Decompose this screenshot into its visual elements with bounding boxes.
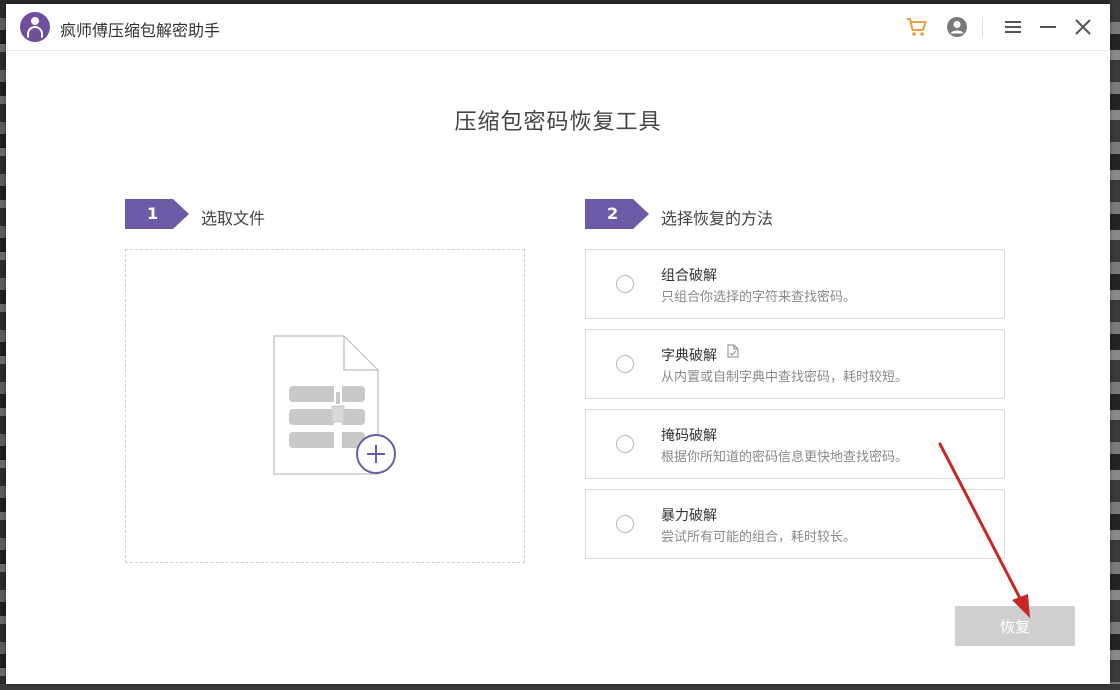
minimize-icon[interactable] — [1035, 14, 1061, 40]
radio-button[interactable] — [616, 515, 634, 533]
menu-icon[interactable] — [1000, 14, 1026, 40]
method-name: 暴力破解 — [661, 508, 717, 524]
radio-button[interactable] — [616, 355, 634, 373]
step-2-badge: 2 — [585, 199, 649, 229]
app-logo — [20, 12, 50, 42]
radio-button[interactable] — [616, 435, 634, 453]
page-title: 压缩包密码恢复工具 — [454, 110, 662, 135]
cart-icon[interactable] — [904, 14, 930, 40]
add-archive-file-icon[interactable] — [272, 334, 402, 484]
app-window: 疯师傅压缩包解密助手 压缩包密码恢复工具 1 选取文件 2 选择恢复的方法 组合… — [6, 4, 1110, 684]
user-icon[interactable] — [944, 14, 970, 40]
radio-button[interactable] — [616, 275, 634, 293]
close-icon[interactable] — [1070, 14, 1096, 40]
step-1-label: 选取文件 — [201, 209, 266, 228]
desktop-background-right — [1110, 0, 1120, 690]
method-option-combination[interactable]: 组合破解 只组合你选择的字符来查找密码。 — [585, 249, 1005, 319]
method-description: 尝试所有可能的组合，耗时较长。 — [661, 530, 857, 545]
method-name: 字典破解 — [661, 348, 717, 364]
step-2-label: 选择恢复的方法 — [661, 209, 774, 228]
file-drop-zone[interactable] — [125, 249, 525, 563]
title-bar[interactable]: 疯师傅压缩包解密助手 — [6, 4, 1110, 51]
method-description: 从内置或自制字典中查找密码，耗时较短。 — [661, 370, 909, 385]
method-option-dictionary[interactable]: 字典破解 从内置或自制字典中查找密码，耗时较短。 — [585, 329, 1005, 399]
desktop-background-bottom — [0, 684, 1120, 690]
method-name: 掩码破解 — [661, 428, 717, 444]
method-description: 根据你所知道的密码信息更快地查找密码。 — [661, 450, 909, 465]
method-description: 只组合你选择的字符来查找密码。 — [661, 290, 857, 305]
app-title: 疯师傅压缩包解密助手 — [60, 21, 221, 40]
dictionary-file-icon[interactable] — [726, 344, 740, 358]
method-name: 组合破解 — [661, 268, 717, 284]
step-1-badge: 1 — [125, 199, 189, 229]
titlebar-separator — [982, 17, 983, 37]
annotation-arrow-icon — [938, 442, 1030, 618]
